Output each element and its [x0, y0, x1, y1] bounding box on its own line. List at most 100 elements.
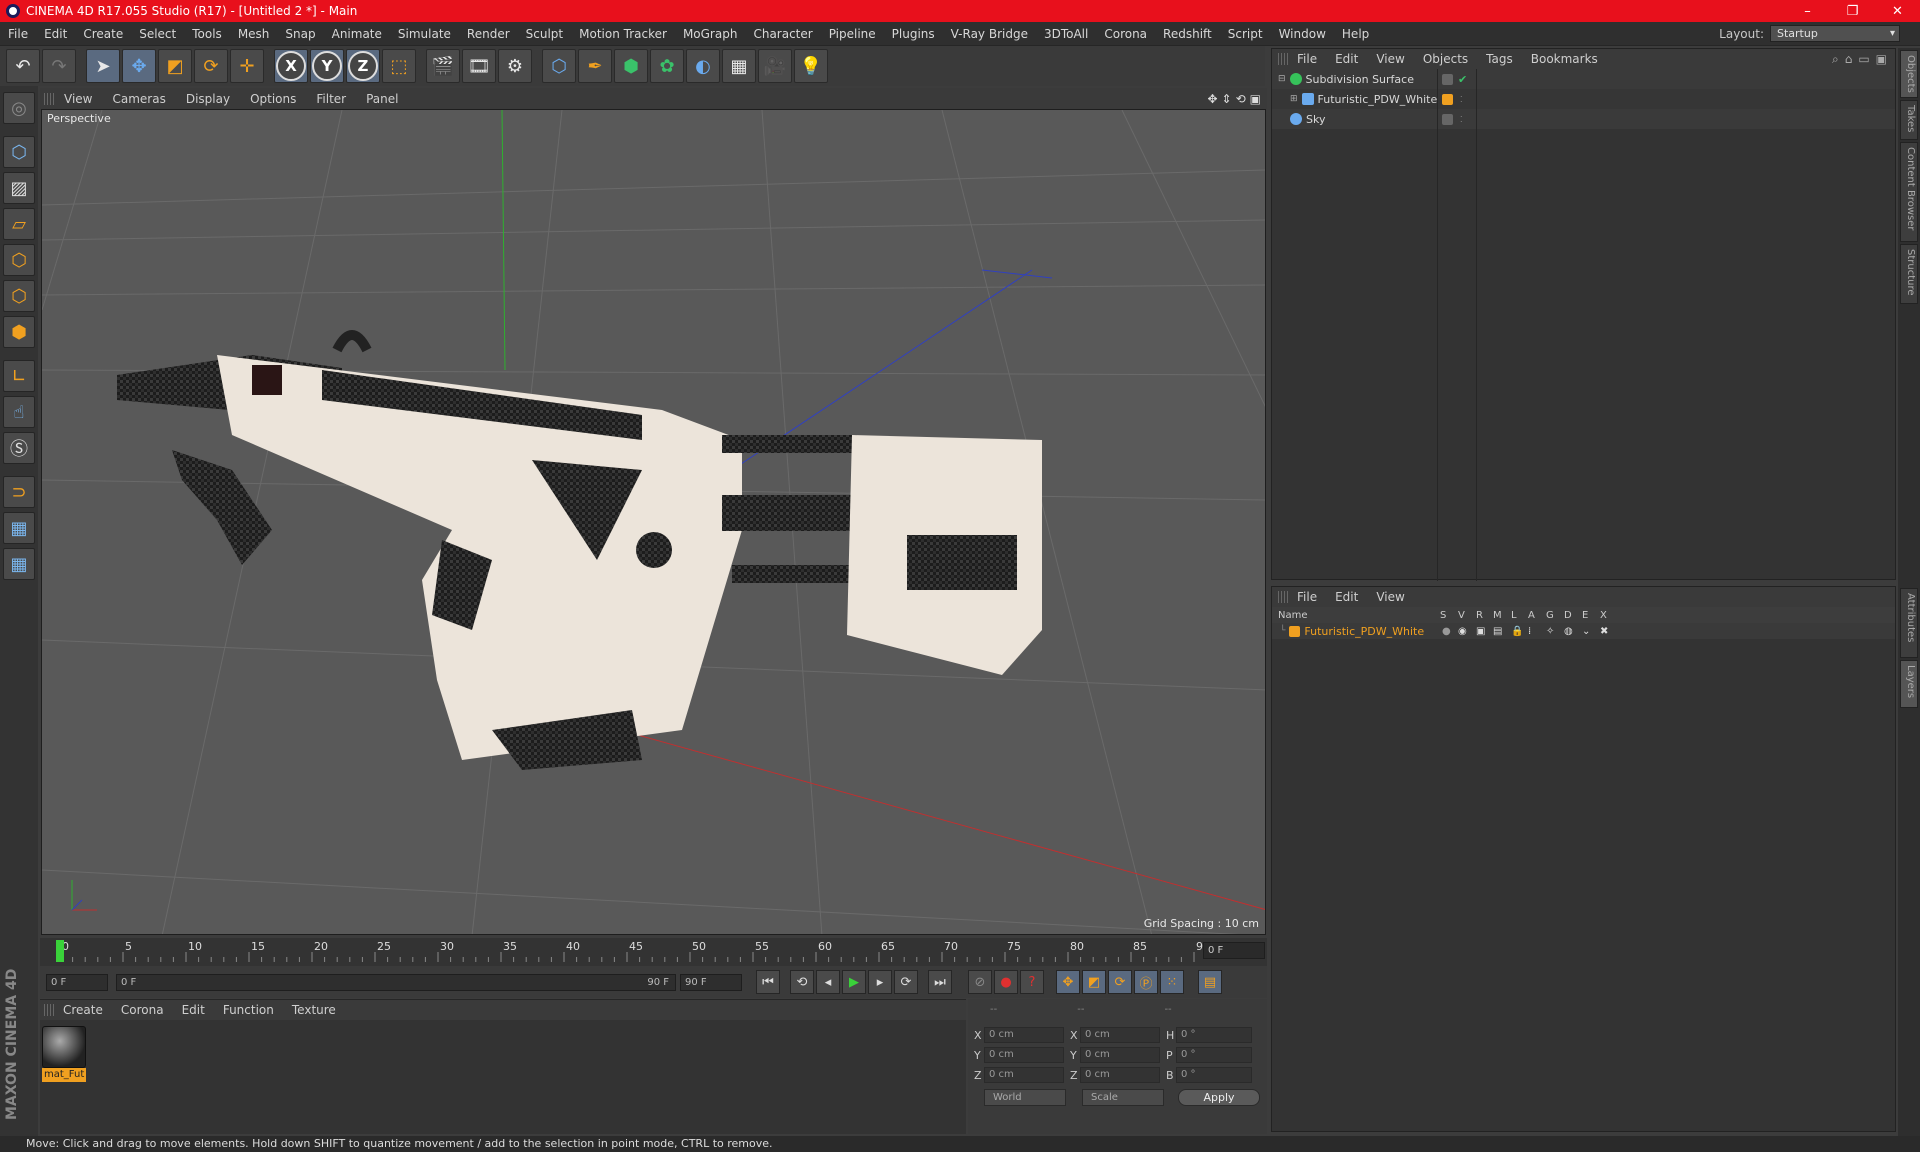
- spline-pen-icon[interactable]: ✒: [578, 49, 612, 83]
- visibility-dots-icon[interactable]: ⁚: [1460, 95, 1463, 104]
- menu-script[interactable]: Script: [1220, 27, 1271, 41]
- menu-pipeline[interactable]: Pipeline: [821, 27, 884, 41]
- object-row[interactable]: ⊞ Futuristic_PDW_White ⁚: [1272, 89, 1895, 109]
- workplane-lock-icon[interactable]: ▦: [3, 512, 35, 544]
- panel-grip-icon[interactable]: [1278, 53, 1288, 65]
- column-locked[interactable]: L: [1511, 610, 1517, 621]
- go-to-start-icon[interactable]: ⏮: [756, 970, 780, 994]
- deformer-icon[interactable]: ◍: [1564, 626, 1573, 637]
- viewport-menu-options[interactable]: Options: [240, 92, 306, 106]
- go-to-end-icon[interactable]: ⏭: [928, 970, 952, 994]
- close-button[interactable]: ✕: [1875, 4, 1920, 19]
- object-name[interactable]: Subdivision Surface: [1306, 73, 1414, 86]
- size-mode-dropdown[interactable]: Scale: [1082, 1089, 1164, 1106]
- search-icon[interactable]: ⌕: [1832, 52, 1839, 67]
- size-x-field[interactable]: 0 cm: [1080, 1027, 1160, 1043]
- menu-mesh[interactable]: Mesh: [230, 27, 278, 41]
- end-frame-field[interactable]: 90 F: [680, 973, 742, 991]
- material-menu-function[interactable]: Function: [214, 1003, 283, 1017]
- current-frame-field[interactable]: 0 F: [1203, 942, 1265, 959]
- points-mode-icon[interactable]: ⬡: [3, 244, 35, 276]
- previous-key-icon[interactable]: ⟲: [790, 970, 814, 994]
- menu-corona[interactable]: Corona: [1096, 27, 1155, 41]
- tab-structure[interactable]: Structure: [1900, 244, 1918, 304]
- layout-dropdown[interactable]: Startup: [1770, 25, 1900, 42]
- workplane-mode-icon[interactable]: ▱: [3, 208, 35, 240]
- material-menu-create[interactable]: Create: [54, 1003, 112, 1017]
- enabled-check-icon[interactable]: ✔: [1458, 73, 1467, 86]
- size-y-field[interactable]: 0 cm: [1080, 1047, 1160, 1063]
- dolly-view-icon[interactable]: ⇕: [1222, 92, 1232, 106]
- pan-view-icon[interactable]: ✥: [1207, 92, 1217, 106]
- rotate-tool-icon[interactable]: ⟳: [194, 49, 228, 83]
- rotation-p-field[interactable]: 0 °: [1176, 1047, 1252, 1063]
- menu-snap[interactable]: Snap: [277, 27, 323, 41]
- subdivision-generator-icon[interactable]: ⬢: [614, 49, 648, 83]
- model-mode-icon[interactable]: ⬡: [3, 136, 35, 168]
- objects-menu-edit[interactable]: Edit: [1326, 52, 1367, 66]
- material-name-label[interactable]: mat_Fut: [42, 1068, 86, 1082]
- layer-color-swatch[interactable]: [1289, 625, 1301, 637]
- new-view-icon[interactable]: ▭: [1858, 52, 1869, 67]
- xref-icon[interactable]: ✖: [1600, 626, 1608, 637]
- viewport-menu-display[interactable]: Display: [176, 92, 240, 106]
- column-solo[interactable]: S: [1440, 610, 1446, 621]
- frame-range-slider[interactable]: 0 F 90 F: [116, 973, 676, 991]
- object-name[interactable]: Sky: [1306, 113, 1325, 126]
- render-view-icon[interactable]: 🎬: [426, 49, 460, 83]
- menu-file[interactable]: File: [0, 27, 36, 41]
- generator-icon[interactable]: ✧: [1546, 626, 1554, 637]
- render-icon[interactable]: ▣: [1476, 626, 1485, 637]
- autokey-icon[interactable]: ⊘: [968, 970, 992, 994]
- layers-menu-view[interactable]: View: [1367, 590, 1413, 604]
- scale-tool-icon[interactable]: ◩: [158, 49, 192, 83]
- position-y-field[interactable]: 0 cm: [984, 1047, 1064, 1063]
- rotation-b-field[interactable]: 0 °: [1176, 1067, 1252, 1083]
- collapse-icon[interactable]: ⊟: [1278, 74, 1286, 84]
- key-position-icon[interactable]: ✥: [1056, 970, 1080, 994]
- light-icon[interactable]: 💡: [794, 49, 828, 83]
- rotation-h-field[interactable]: 0 °: [1176, 1027, 1252, 1043]
- perspective-viewport[interactable]: Perspective Grid Spacing : 10 cm: [41, 109, 1266, 935]
- material-menu-corona[interactable]: Corona: [112, 1003, 173, 1017]
- expression-icon[interactable]: ⌄: [1582, 626, 1590, 637]
- tab-content-browser[interactable]: Content Browser: [1900, 142, 1918, 242]
- menu-tools[interactable]: Tools: [184, 27, 230, 41]
- menu-plugins[interactable]: Plugins: [884, 27, 943, 41]
- coordinate-mode-dropdown[interactable]: World: [984, 1089, 1066, 1106]
- material-menu-edit[interactable]: Edit: [173, 1003, 214, 1017]
- menu-help[interactable]: Help: [1334, 27, 1377, 41]
- next-frame-icon[interactable]: ▸: [868, 970, 892, 994]
- column-expressions[interactable]: E: [1582, 610, 1588, 621]
- expand-icon[interactable]: ⊞: [1290, 94, 1298, 104]
- column-xref[interactable]: X: [1600, 610, 1607, 621]
- polygons-mode-icon[interactable]: ⬢: [3, 316, 35, 348]
- column-render[interactable]: R: [1476, 610, 1483, 621]
- objects-menu-view[interactable]: View: [1367, 52, 1413, 66]
- axis-mode-icon[interactable]: ∟: [3, 360, 35, 392]
- column-deformers[interactable]: D: [1564, 610, 1572, 621]
- menu-3dtoall[interactable]: 3DToAll: [1036, 27, 1096, 41]
- column-animation[interactable]: A: [1528, 610, 1535, 621]
- layer-tag-icon[interactable]: [1442, 73, 1453, 85]
- transform-tool-icon[interactable]: ✛: [230, 49, 264, 83]
- tab-attributes[interactable]: Attributes: [1900, 588, 1918, 658]
- timeline-ruler[interactable]: 051015202530354045505560657075808590 0 F: [40, 938, 1267, 966]
- redo-icon[interactable]: ↷: [42, 49, 76, 83]
- animation-icon[interactable]: ⁞: [1528, 626, 1531, 637]
- y-axis-lock-button[interactable]: Y: [310, 49, 344, 83]
- keyframe-help-icon[interactable]: ?: [1020, 970, 1044, 994]
- deformer-icon[interactable]: ◐: [686, 49, 720, 83]
- play-icon[interactable]: ▶: [842, 970, 866, 994]
- key-pla-icon[interactable]: ⁙: [1160, 970, 1184, 994]
- record-icon[interactable]: ●: [994, 970, 1018, 994]
- menu-window[interactable]: Window: [1271, 27, 1334, 41]
- panel-grip-icon[interactable]: [1278, 591, 1288, 603]
- menu-simulate[interactable]: Simulate: [390, 27, 459, 41]
- key-scale-icon[interactable]: ◩: [1082, 970, 1106, 994]
- camera-icon[interactable]: 🎥: [758, 49, 792, 83]
- grid-icon[interactable]: ▦: [3, 548, 35, 580]
- menu-character[interactable]: Character: [745, 27, 820, 41]
- coordinate-system-icon[interactable]: ⬚: [382, 49, 416, 83]
- viewport-menu-cameras[interactable]: Cameras: [102, 92, 175, 106]
